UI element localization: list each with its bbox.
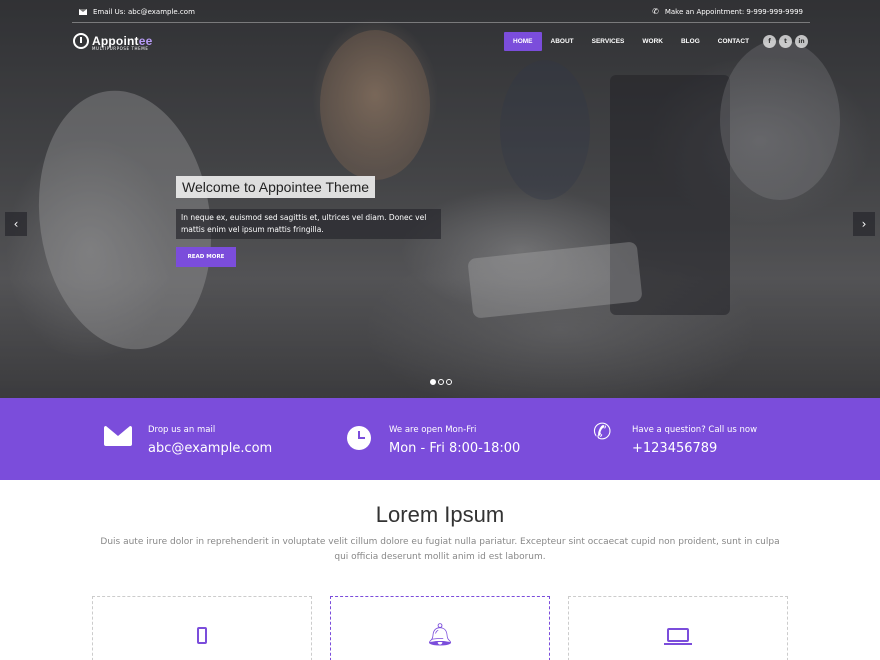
section-title: Lorem Ipsum bbox=[375, 502, 505, 527]
slider-next-button[interactable]: › bbox=[853, 212, 875, 236]
hero-slider: Email Us: abc@example.com ✆ Make an Appo… bbox=[0, 0, 880, 398]
feature-card[interactable] bbox=[92, 596, 312, 660]
info-mail-label: Drop us an mail bbox=[148, 425, 216, 435]
twitter-icon[interactable]: t bbox=[779, 35, 792, 48]
envelope-icon bbox=[104, 426, 132, 446]
clock-icon bbox=[347, 426, 371, 450]
info-hours-value: Mon - Fri 8:00-18:00 bbox=[389, 441, 521, 456]
nav-services[interactable]: SERVICES bbox=[583, 32, 634, 51]
topbar-email[interactable]: Email Us: abc@example.com bbox=[93, 8, 195, 16]
info-hours-label: We are open Mon-Fri bbox=[389, 425, 477, 435]
feature-cards: 🔔︎ bbox=[0, 596, 880, 660]
nav-about[interactable]: ABOUT bbox=[542, 32, 583, 51]
section-description: Duis aute irure dolor in reprehenderit i… bbox=[100, 537, 780, 562]
social-links: f t in bbox=[763, 35, 808, 48]
info-call-value[interactable]: +123456789 bbox=[632, 441, 717, 456]
bell-icon: 🔔︎ bbox=[426, 623, 454, 648]
phone-icon: ✆ bbox=[593, 420, 612, 445]
slide-title: Welcome to Appointee Theme bbox=[176, 176, 376, 198]
clock-logo-icon bbox=[73, 33, 89, 49]
nav-home[interactable]: HOME bbox=[504, 32, 542, 51]
slide-description: In neque ex, euismod sed sagittis et, ul… bbox=[176, 209, 441, 239]
mobile-icon bbox=[197, 627, 207, 644]
info-mail-value[interactable]: abc@example.com bbox=[148, 441, 272, 456]
slider-dots bbox=[430, 379, 452, 385]
slider-dot[interactable] bbox=[438, 379, 444, 385]
topbar-appointment[interactable]: Make an Appointment: 9-999-999-9999 bbox=[665, 8, 803, 16]
feature-card[interactable] bbox=[568, 596, 788, 660]
laptop-icon bbox=[664, 628, 692, 645]
nav-work[interactable]: WORK bbox=[633, 32, 672, 51]
facebook-icon[interactable]: f bbox=[763, 35, 776, 48]
slider-dot[interactable] bbox=[446, 379, 452, 385]
nav-blog[interactable]: BLOG bbox=[672, 32, 709, 51]
linkedin-icon[interactable]: in bbox=[795, 35, 808, 48]
envelope-icon bbox=[79, 9, 87, 15]
top-bar: Email Us: abc@example.com ✆ Make an Appo… bbox=[72, 0, 810, 23]
feature-card[interactable]: 🔔︎ bbox=[330, 596, 550, 660]
hero-overlay bbox=[0, 0, 880, 398]
info-call-label: Have a question? Call us now bbox=[632, 425, 758, 435]
main-nav: HOME ABOUT SERVICES WORK BLOG CONTACT bbox=[504, 32, 758, 51]
site-logo[interactable]: Appointee MULTIPURPOSE THEME bbox=[73, 33, 152, 51]
brand-tagline: MULTIPURPOSE THEME bbox=[92, 46, 149, 51]
read-more-button[interactable]: READ MORE bbox=[176, 247, 236, 267]
phone-icon: ✆ bbox=[652, 7, 659, 16]
contact-info-bar: Drop us an mail abc@example.com We are o… bbox=[0, 398, 880, 480]
slider-prev-button[interactable]: ‹ bbox=[5, 212, 27, 236]
slider-dot[interactable] bbox=[430, 379, 436, 385]
nav-contact[interactable]: CONTACT bbox=[709, 32, 758, 51]
